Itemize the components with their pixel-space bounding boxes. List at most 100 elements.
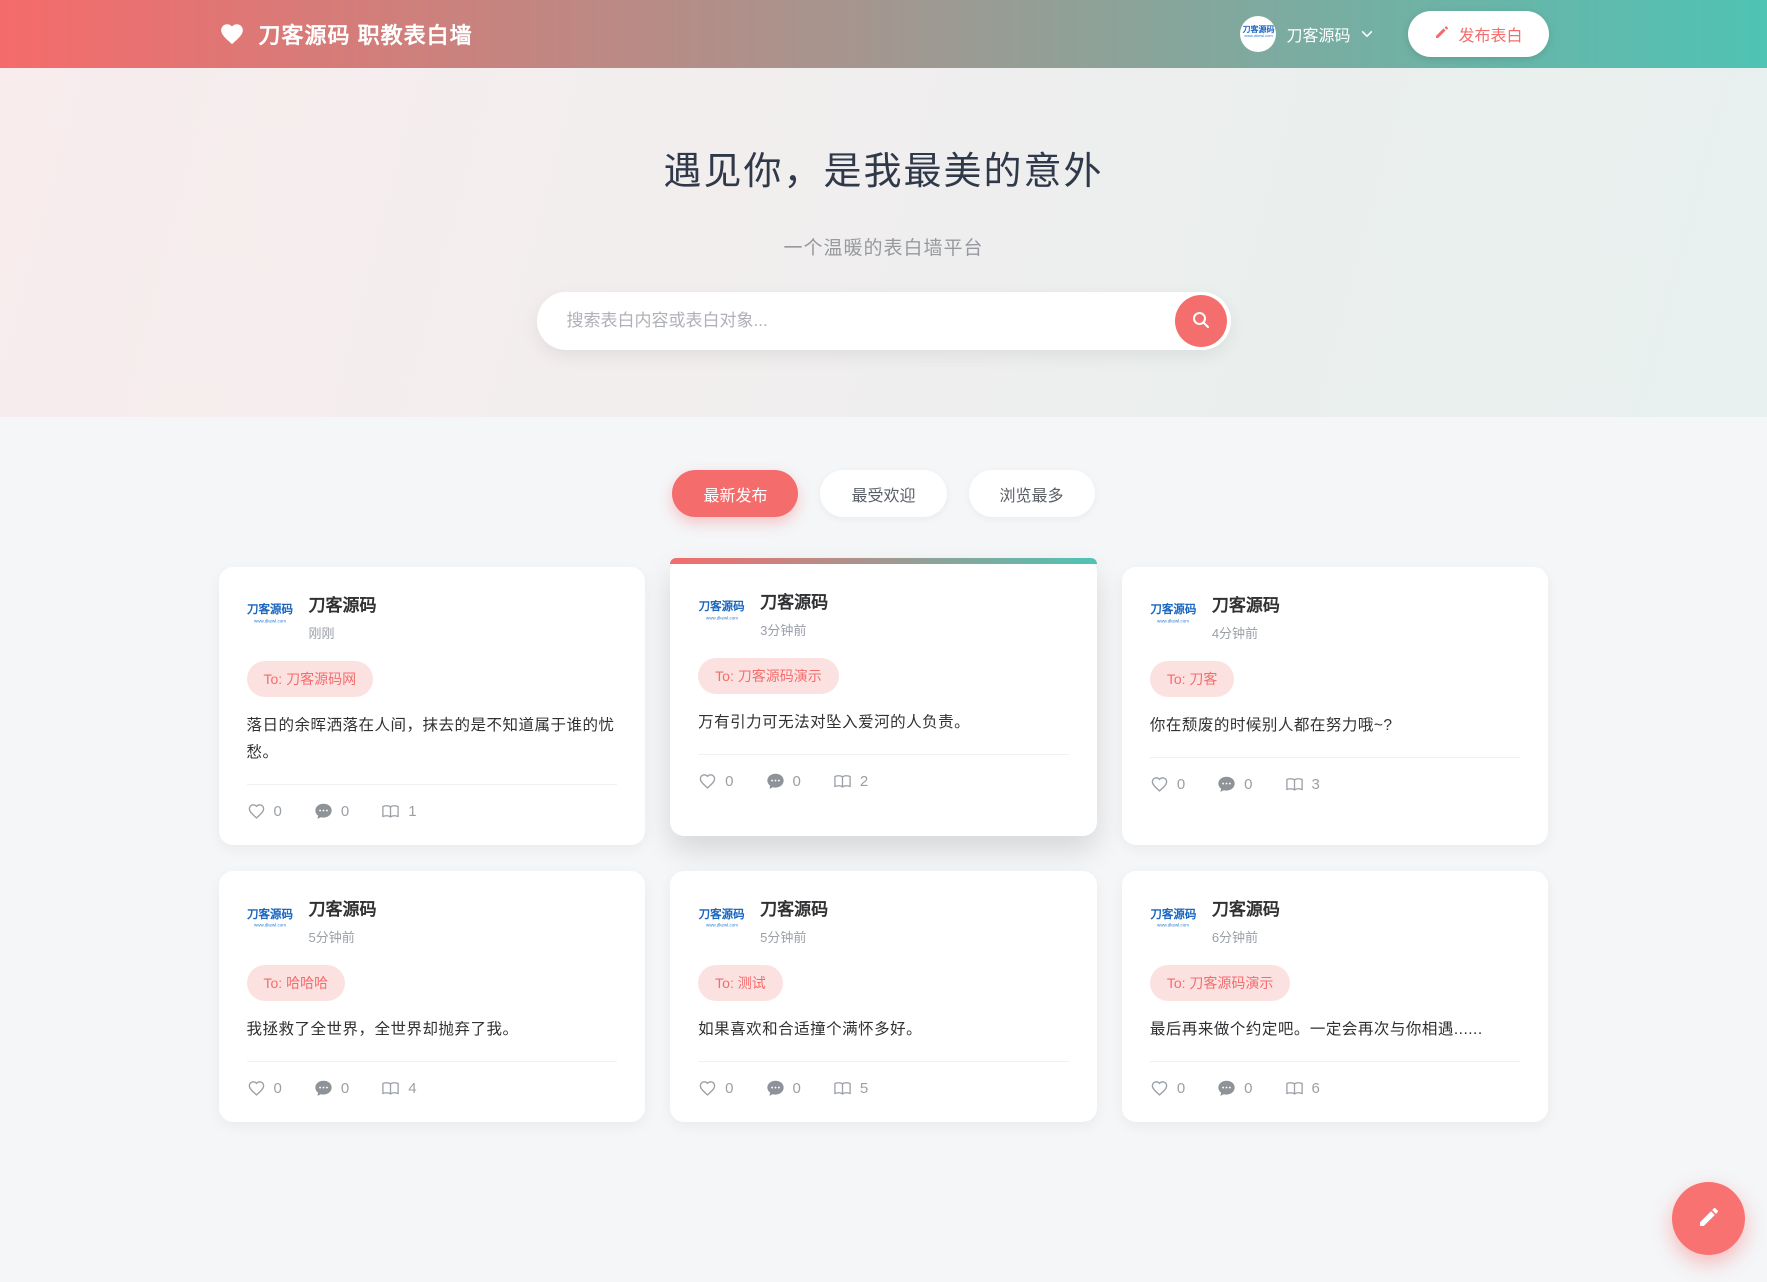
avatar-logo-text: 刀客源码 xyxy=(247,908,293,921)
card-header: 刀客源码 www.dkewl.com 刀客源码 3分钟前 xyxy=(698,588,1069,639)
author-name: 刀客源码 xyxy=(1211,596,1280,615)
publish-button-label: 发布表白 xyxy=(1458,28,1523,45)
comment-button[interactable]: 0 xyxy=(314,1079,349,1098)
avatar-logo-sub: www.dkewl.com xyxy=(1157,618,1190,624)
recipient-tag: To: 测试 xyxy=(698,965,783,1002)
views-stat: 1 xyxy=(381,803,417,821)
search-bar xyxy=(536,292,1231,350)
confession-content: 落日的余晖洒落在人间，抹去的是不知道属于谁的忧愁。 xyxy=(246,717,615,762)
comment-bubble-icon xyxy=(766,1079,785,1098)
comment-count: 0 xyxy=(792,773,801,791)
views-count: 3 xyxy=(1311,776,1320,794)
avatar-logo-text: 刀客源码 xyxy=(1150,908,1197,921)
like-button[interactable]: 0 xyxy=(247,1079,282,1098)
like-count: 0 xyxy=(725,1080,734,1098)
like-button[interactable]: 0 xyxy=(698,1079,734,1098)
views-stat: 3 xyxy=(1285,776,1320,794)
views-count: 4 xyxy=(408,1080,417,1098)
confession-content: 如果喜欢和合适撞个满怀多好。 xyxy=(698,1021,923,1039)
views-count: 6 xyxy=(1311,1080,1320,1098)
like-count: 0 xyxy=(273,1080,282,1098)
site-title: 刀客源码 职教表白墙 xyxy=(258,23,473,48)
search-input[interactable] xyxy=(536,292,1231,350)
navbar: 刀客源码 职教表白墙 刀客源码 www.dkewl.com 刀客源码 发布表白 xyxy=(0,0,1767,68)
confession-card[interactable]: 刀客源码 www.dkewl.com 刀客源码 3分钟前 To: 刀客源码演示 … xyxy=(670,558,1097,837)
comment-button[interactable]: 0 xyxy=(766,772,801,791)
views-stat: 4 xyxy=(381,1080,417,1098)
card-stats: 0 0 6 xyxy=(1150,1079,1521,1098)
open-book-icon xyxy=(833,1080,852,1098)
tab-latest[interactable]: 最新发布 xyxy=(672,470,799,517)
publish-confession-button[interactable]: 发布表白 xyxy=(1408,11,1549,57)
avatar-logo-sub: www.dkewl.com xyxy=(705,615,738,621)
user-avatar: 刀客源码 www.dkewl.com xyxy=(1240,16,1277,52)
comment-button[interactable]: 0 xyxy=(766,1079,801,1098)
user-menu[interactable]: 刀客源码 www.dkewl.com 刀客源码 xyxy=(1240,16,1374,52)
heart-outline-icon xyxy=(1150,775,1169,794)
floating-publish-button[interactable] xyxy=(1672,1182,1745,1255)
card-stats: 0 0 3 xyxy=(1150,775,1521,794)
avatar-logo-sub: www.dkewl.com xyxy=(254,618,287,624)
author-avatar: 刀客源码 www.dkewl.com xyxy=(1149,593,1197,640)
hero-section: 遇见你，是我最美的意外 一个温暖的表白墙平台 xyxy=(0,68,1767,417)
recipient-tag: To: 刀客源码演示 xyxy=(1149,965,1291,1002)
views-count: 5 xyxy=(859,1080,869,1098)
card-stats: 0 0 2 xyxy=(698,772,1069,791)
author-avatar: 刀客源码 www.dkewl.com xyxy=(246,593,294,640)
confession-card[interactable]: 刀客源码 www.dkewl.com 刀客源码 5分钟前 To: 哈哈哈 我拯救… xyxy=(218,871,646,1123)
comment-count: 0 xyxy=(340,1080,350,1098)
like-button[interactable]: 0 xyxy=(1150,775,1185,794)
card-header: 刀客源码 www.dkewl.com 刀客源码 4分钟前 xyxy=(1149,591,1521,642)
open-book-icon xyxy=(1285,1080,1304,1098)
tab-most-popular[interactable]: 最受欢迎 xyxy=(820,470,947,517)
open-book-icon xyxy=(833,773,852,791)
author-name: 刀客源码 xyxy=(760,900,829,920)
views-stat: 2 xyxy=(833,773,868,791)
divider xyxy=(698,754,1069,756)
confession-content: 万有引力可无法对坠入爱河的人负责。 xyxy=(698,714,971,731)
heart-outline-icon xyxy=(247,1079,266,1098)
like-count: 0 xyxy=(273,803,282,821)
recipient-tag: To: 刀客源码网 xyxy=(246,661,374,697)
hero-title: 遇见你，是我最美的意外 xyxy=(663,151,1104,193)
confession-card[interactable]: 刀客源码 www.dkewl.com 刀客源码 5分钟前 To: 测试 如果喜欢… xyxy=(670,871,1097,1123)
search-button[interactable] xyxy=(1174,295,1227,347)
like-count: 0 xyxy=(1176,1080,1186,1098)
comment-bubble-icon xyxy=(1217,1079,1236,1098)
comment-count: 0 xyxy=(1244,1080,1253,1098)
post-time: 5分钟前 xyxy=(760,930,807,946)
like-button[interactable]: 0 xyxy=(698,772,734,791)
author-avatar: 刀客源码 www.dkewl.com xyxy=(1149,897,1197,945)
author-name: 刀客源码 xyxy=(760,593,829,612)
comment-bubble-icon xyxy=(766,772,785,791)
heart-outline-icon xyxy=(1150,1079,1169,1098)
open-book-icon xyxy=(1285,776,1304,794)
open-book-icon xyxy=(381,1080,400,1098)
card-header: 刀客源码 www.dkewl.com 刀客源码 5分钟前 xyxy=(698,895,1069,946)
post-time: 5分钟前 xyxy=(308,930,355,946)
like-count: 0 xyxy=(725,773,734,791)
avatar-logo-text: 刀客源码 xyxy=(698,601,745,614)
card-stats: 0 0 4 xyxy=(247,1079,618,1098)
comment-button[interactable]: 0 xyxy=(1217,1079,1253,1098)
confession-card[interactable]: 刀客源码 www.dkewl.com 刀客源码 刚刚 To: 刀客源码网 落日的… xyxy=(218,567,646,846)
confession-content: 我拯救了全世界，全世界却抛弃了我。 xyxy=(246,1021,519,1039)
post-time: 6分钟前 xyxy=(1211,930,1259,946)
search-icon xyxy=(1191,310,1211,333)
comment-button[interactable]: 0 xyxy=(1217,775,1253,794)
comment-bubble-icon xyxy=(1217,775,1236,794)
heart-outline-icon xyxy=(698,772,717,791)
avatar-logo-text: 刀客源码 xyxy=(1150,604,1197,617)
confession-content: 你在颓废的时候别人都在努力哦~? xyxy=(1149,717,1393,734)
author-name: 刀客源码 xyxy=(308,900,377,920)
confession-card[interactable]: 刀客源码 www.dkewl.com 刀客源码 4分钟前 To: 刀客 你在颓废… xyxy=(1121,567,1549,846)
views-count: 1 xyxy=(408,803,417,821)
avatar-logo-sub: www.dkewl.com xyxy=(1157,922,1190,928)
confession-content: 最后再来做个约定吧。一定会再次与你相遇...... xyxy=(1149,1021,1483,1039)
comment-button[interactable]: 0 xyxy=(314,802,349,821)
tab-most-viewed[interactable]: 浏览最多 xyxy=(968,470,1095,517)
like-button[interactable]: 0 xyxy=(247,802,282,821)
avatar-logo-sub: www.dkewl.com xyxy=(254,922,287,928)
like-button[interactable]: 0 xyxy=(1150,1079,1185,1098)
confession-card[interactable]: 刀客源码 www.dkewl.com 刀客源码 6分钟前 To: 刀客源码演示 … xyxy=(1121,871,1549,1123)
